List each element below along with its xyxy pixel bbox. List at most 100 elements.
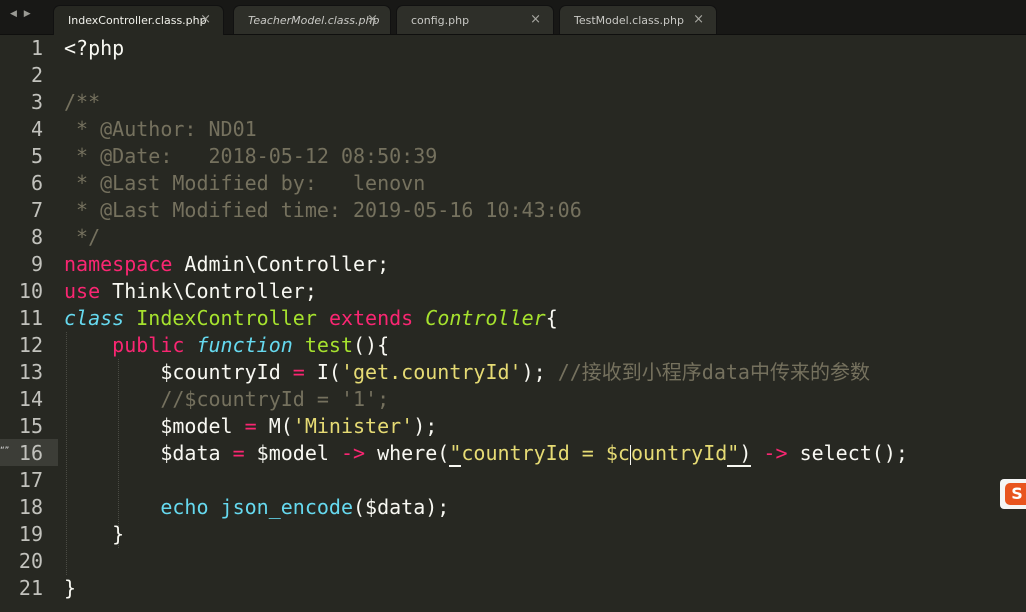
code-line: }: [64, 521, 124, 548]
brace: {: [545, 306, 558, 330]
class-name: IndexController: [136, 306, 317, 330]
operator: =: [220, 441, 257, 465]
close-icon[interactable]: ×: [693, 12, 704, 27]
tab-indexcontroller[interactable]: IndexController.class.php ×: [53, 5, 224, 35]
comment: * @Last Modified time: 2019-05-16 10:43:…: [64, 198, 582, 222]
keyword-class: class: [64, 306, 125, 330]
keyword: use: [64, 279, 101, 303]
code-line-current: $data = $model -> where("countryId = $co…: [64, 440, 908, 467]
method-call: where(: [377, 441, 450, 465]
line-number: 21: [18, 576, 43, 600]
comment: /**: [64, 90, 101, 114]
code-editor[interactable]: 1 2 3 4 5 6 7 8 9 10 11 12 13 14 15 16 1…: [0, 35, 1026, 612]
punctuation: );: [413, 414, 438, 438]
close-icon[interactable]: ×: [530, 12, 541, 27]
variable: $model: [160, 414, 233, 438]
tab-label: IndexController.class.php: [68, 14, 207, 27]
code-line: echo json_encode($data);: [64, 494, 449, 521]
paren-matched: ): [739, 441, 752, 467]
brace: }: [112, 522, 125, 546]
use-name: Think\Controller;: [100, 279, 317, 303]
close-icon[interactable]: ×: [200, 12, 211, 27]
sogou-ime-letter: S: [1005, 483, 1026, 505]
punctuation: (){: [353, 333, 390, 357]
code-line: $countryId = I('get.countryId'); //接收到小程…: [64, 359, 870, 386]
function-call: json_encode: [220, 495, 353, 519]
string: 'Minister': [292, 414, 414, 438]
variable: $model: [256, 441, 329, 465]
code-line: * @Date: 2018-05-12 08:50:39: [64, 143, 437, 170]
code-line: namespace Admin\Controller;: [64, 251, 389, 278]
variable: $data: [160, 441, 221, 465]
tab-config[interactable]: config.php ×: [396, 5, 554, 34]
line-number: 12: [18, 333, 43, 357]
line-number: 2: [30, 63, 43, 87]
line-number: 19: [18, 522, 43, 546]
line-number: 17: [18, 468, 43, 492]
line-number: 4: [30, 117, 43, 141]
code-line: class IndexController extends Controller…: [64, 305, 558, 332]
comment: * @Last Modified by: lenovn: [64, 171, 426, 195]
line-number: 9: [30, 252, 43, 276]
line-number: 7: [30, 198, 43, 222]
line-number: 20: [18, 549, 43, 573]
operator: ->: [751, 441, 800, 465]
string-quote-matched: ": [449, 441, 462, 467]
variable: $countryId: [160, 360, 281, 384]
method-call: select();: [799, 441, 908, 465]
function-name: test: [304, 333, 354, 357]
code-line: <?php: [64, 35, 124, 62]
code-line: //$countryId = '1';: [64, 386, 389, 413]
code-line: */: [64, 224, 100, 251]
keyword-function: function: [196, 333, 293, 357]
code-line: }: [64, 575, 76, 602]
brace: }: [64, 576, 77, 600]
code-line: public function test(){: [64, 332, 389, 359]
line-number: 6: [30, 171, 43, 195]
tab-label: config.php: [411, 14, 470, 27]
tab-label: TestModel.class.php: [574, 14, 684, 27]
code-line: /**: [64, 89, 100, 116]
punctuation: ($data);: [353, 495, 450, 519]
code-line: * @Last Modified time: 2019-05-16 10:43:…: [64, 197, 582, 224]
parent-class: Controller: [425, 306, 546, 330]
operator: =: [280, 360, 317, 384]
tab-testmodel[interactable]: TestModel.class.php ×: [559, 5, 717, 34]
function-call: M(: [268, 414, 293, 438]
tab-teachermodel[interactable]: TeacherModel.class.php ×: [233, 5, 391, 34]
string-quote-matched: ": [727, 441, 740, 467]
punctuation: );: [521, 360, 546, 384]
keyword-public: public: [112, 333, 185, 357]
php-open-tag: <?php: [64, 36, 125, 60]
comment: //$countryId = '1';: [160, 387, 390, 411]
tab-bar: ◀ ▶ IndexController.class.php × TeacherM…: [0, 0, 1026, 35]
comment: * @Author: ND01: [64, 117, 257, 141]
line-number: 11: [18, 306, 43, 330]
keyword-extends: extends: [328, 306, 414, 330]
tab-label: TeacherModel.class.php: [248, 14, 380, 27]
line-number: 15: [18, 414, 43, 438]
line-number: 8: [30, 225, 43, 249]
close-icon[interactable]: ×: [367, 12, 378, 27]
string: ountryId: [630, 441, 728, 465]
comment: * @Date: 2018-05-12 08:50:39: [64, 144, 438, 168]
line-number: 1: [30, 36, 43, 60]
code-line: use Think\Controller;: [64, 278, 317, 305]
line-number: 10: [18, 279, 43, 303]
namespace-name: Admin\Controller;: [172, 252, 390, 276]
string: countryId = $c: [461, 441, 630, 465]
keyword-echo: echo: [160, 495, 209, 519]
keyword: namespace: [64, 252, 173, 276]
line-number: 18: [18, 495, 43, 519]
comment: //接收到小程序data中传来的参数: [545, 360, 870, 384]
sogou-ime-icon[interactable]: S: [1000, 479, 1026, 509]
line-number: 13: [18, 360, 43, 384]
operator: ->: [328, 441, 378, 465]
string: 'get.countryId': [340, 360, 522, 384]
code-line: * @Author: ND01: [64, 116, 257, 143]
tab-nav-arrows-icon[interactable]: ◀ ▶: [10, 9, 33, 19]
operator: =: [232, 414, 269, 438]
code-line: $model = M('Minister');: [64, 413, 437, 440]
function-call: I(: [316, 360, 341, 384]
comment: */: [64, 225, 101, 249]
